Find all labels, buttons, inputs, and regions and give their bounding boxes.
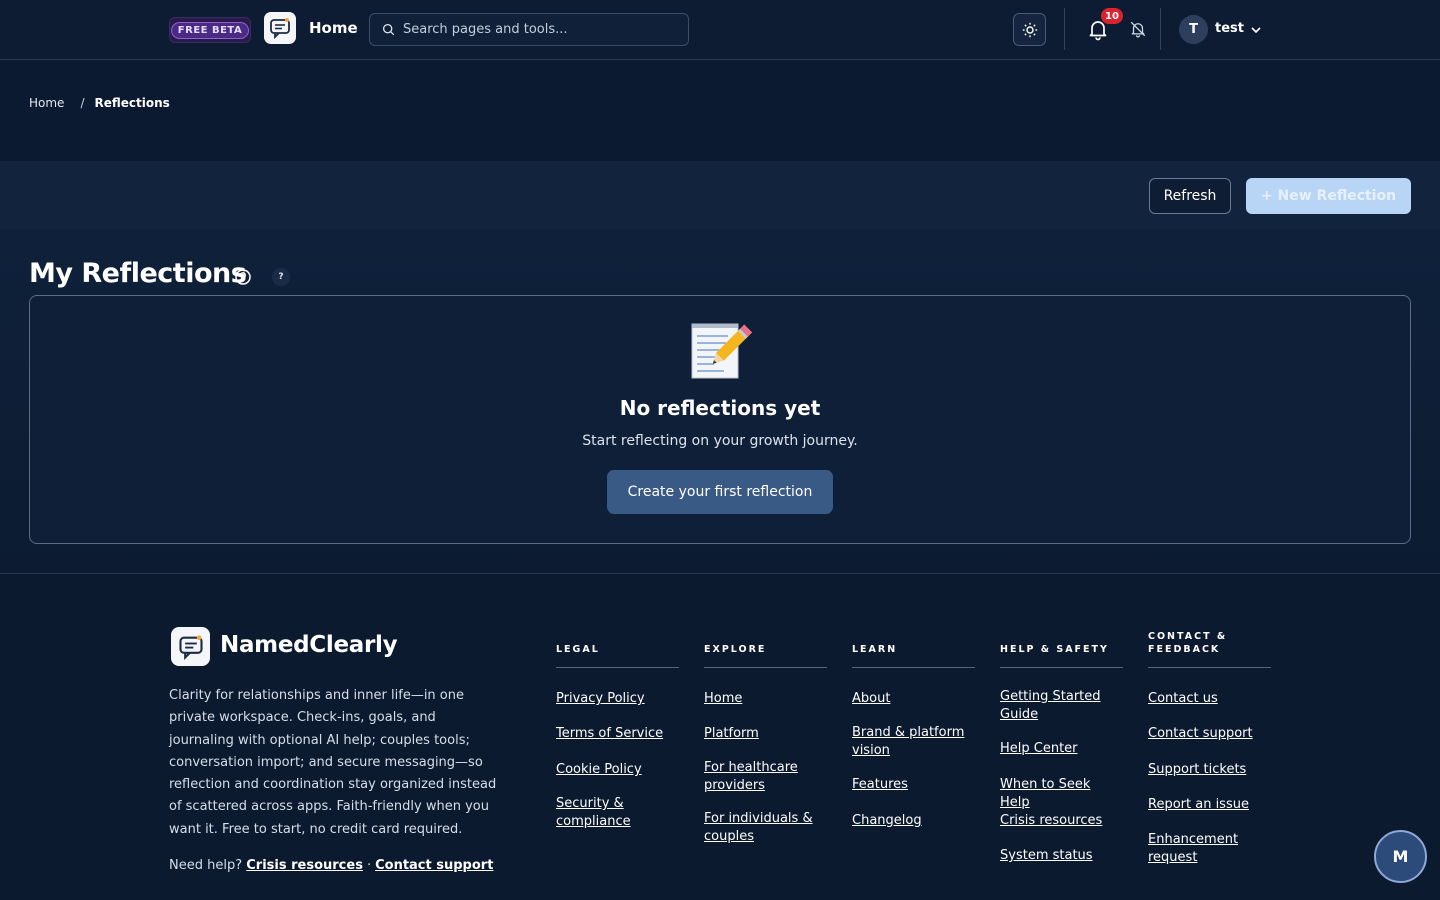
sun-icon	[1022, 22, 1037, 37]
footer-link[interactable]: Getting Started Guide	[1000, 688, 1123, 724]
footer-contact-support-link[interactable]: Contact support	[375, 858, 493, 873]
app-logo-icon[interactable]	[264, 12, 296, 44]
footer-link[interactable]: Cookie Policy	[556, 761, 679, 779]
footer-link[interactable]: For individuals & couples	[704, 810, 827, 846]
header-divider	[1160, 8, 1161, 50]
page-title: My Reflections	[29, 258, 247, 289]
new-reflection-button[interactable]: + New Reflection	[1246, 178, 1411, 214]
chevron-down-icon[interactable]	[1249, 22, 1263, 36]
footer-link[interactable]: System status	[1000, 847, 1123, 865]
footer-link[interactable]: Support tickets	[1148, 761, 1271, 779]
footer-help-prefix: Need help?	[169, 858, 243, 873]
search-input[interactable]	[403, 22, 683, 37]
info-tooltip-badge[interactable]: ?	[272, 268, 290, 286]
breadcrumb: Home / Reflections	[29, 96, 170, 110]
breadcrumb-current: Reflections	[94, 96, 170, 110]
user-menu-name[interactable]: test	[1215, 21, 1244, 36]
footer-link[interactable]: For healthcare providers	[704, 759, 827, 795]
footer-column-learn: LEARN About Brand & platform vision Feat…	[852, 630, 975, 828]
footer-column-heading: CONTACT & FEEDBACK	[1148, 630, 1271, 668]
global-search[interactable]	[369, 13, 689, 46]
footer-column-heading: LEGAL	[556, 630, 679, 668]
refresh-button[interactable]: Refresh	[1149, 178, 1231, 214]
footer-link[interactable]: Privacy Policy	[556, 690, 679, 708]
footer-brand-name: NamedClearly	[220, 632, 398, 658]
search-icon	[382, 23, 395, 36]
chat-assistant-button[interactable]: M	[1374, 830, 1427, 883]
footer-link[interactable]: Report an issue	[1148, 796, 1271, 814]
header-home-link[interactable]: Home	[309, 19, 358, 37]
breadcrumb-home-link[interactable]: Home	[29, 96, 64, 110]
footer-logo-icon[interactable]	[171, 627, 210, 666]
footer-link[interactable]: About	[852, 690, 975, 708]
footer-help-dot: ·	[366, 858, 372, 873]
footer-link[interactable]: Home	[704, 690, 827, 708]
free-beta-badge: FREE BETA	[169, 17, 251, 43]
theme-toggle-button[interactable]	[1013, 13, 1046, 46]
footer-column-heading: EXPLORE	[704, 630, 827, 668]
mute-notifications-icon[interactable]	[1129, 20, 1147, 38]
footer-link[interactable]: Enhancement request	[1148, 831, 1271, 867]
breadcrumb-separator: /	[80, 96, 85, 110]
free-beta-label: FREE BETA	[170, 21, 250, 39]
footer-link[interactable]: Brand & platform vision	[852, 724, 975, 760]
memo-pencil-icon	[688, 318, 753, 382]
footer-link[interactable]: Contact support	[1148, 725, 1271, 743]
footer-column-legal: LEGAL Privacy Policy Terms of Service Co…	[556, 630, 679, 829]
footer-column-explore: EXPLORE Home Platform For healthcare pro…	[704, 630, 827, 844]
footer-link[interactable]: Platform	[704, 725, 827, 743]
footer-link[interactable]: Terms of Service	[556, 725, 679, 743]
footer-column-contact-feedback: CONTACT & FEEDBACK Contact us Contact su…	[1148, 630, 1271, 865]
footer-link[interactable]: When to Seek Help	[1000, 776, 1123, 812]
footer-link[interactable]: Crisis resources	[1000, 812, 1123, 830]
create-first-reflection-button[interactable]: Create your first reflection	[607, 470, 833, 514]
footer-description: Clarity for relationships and inner life…	[169, 688, 497, 837]
footer-link[interactable]: Changelog	[852, 812, 975, 830]
footer-link[interactable]: Security & compliance	[556, 795, 679, 831]
footer-column-heading: LEARN	[852, 630, 975, 668]
header-divider	[1064, 8, 1065, 50]
help-circle-icon[interactable]	[234, 268, 252, 286]
footer-crisis-link[interactable]: Crisis resources	[246, 858, 363, 873]
footer-column-heading: HELP & SAFETY	[1000, 630, 1123, 668]
footer-help-line: Need help? Crisis resources · Contact supp…	[169, 858, 493, 873]
notification-count-badge: 10	[1101, 8, 1123, 24]
empty-state-subtitle: Start reflecting on your growth journey.	[582, 433, 858, 449]
empty-state-title: No reflections yet	[619, 396, 821, 420]
footer-column-help-safety: HELP & SAFETY Getting Started Guide Help…	[1000, 630, 1123, 863]
footer-link[interactable]: Help Center	[1000, 740, 1123, 758]
footer-link[interactable]: Features	[852, 776, 975, 794]
footer-link[interactable]: Contact us	[1148, 690, 1271, 708]
user-avatar[interactable]: T	[1179, 15, 1208, 44]
